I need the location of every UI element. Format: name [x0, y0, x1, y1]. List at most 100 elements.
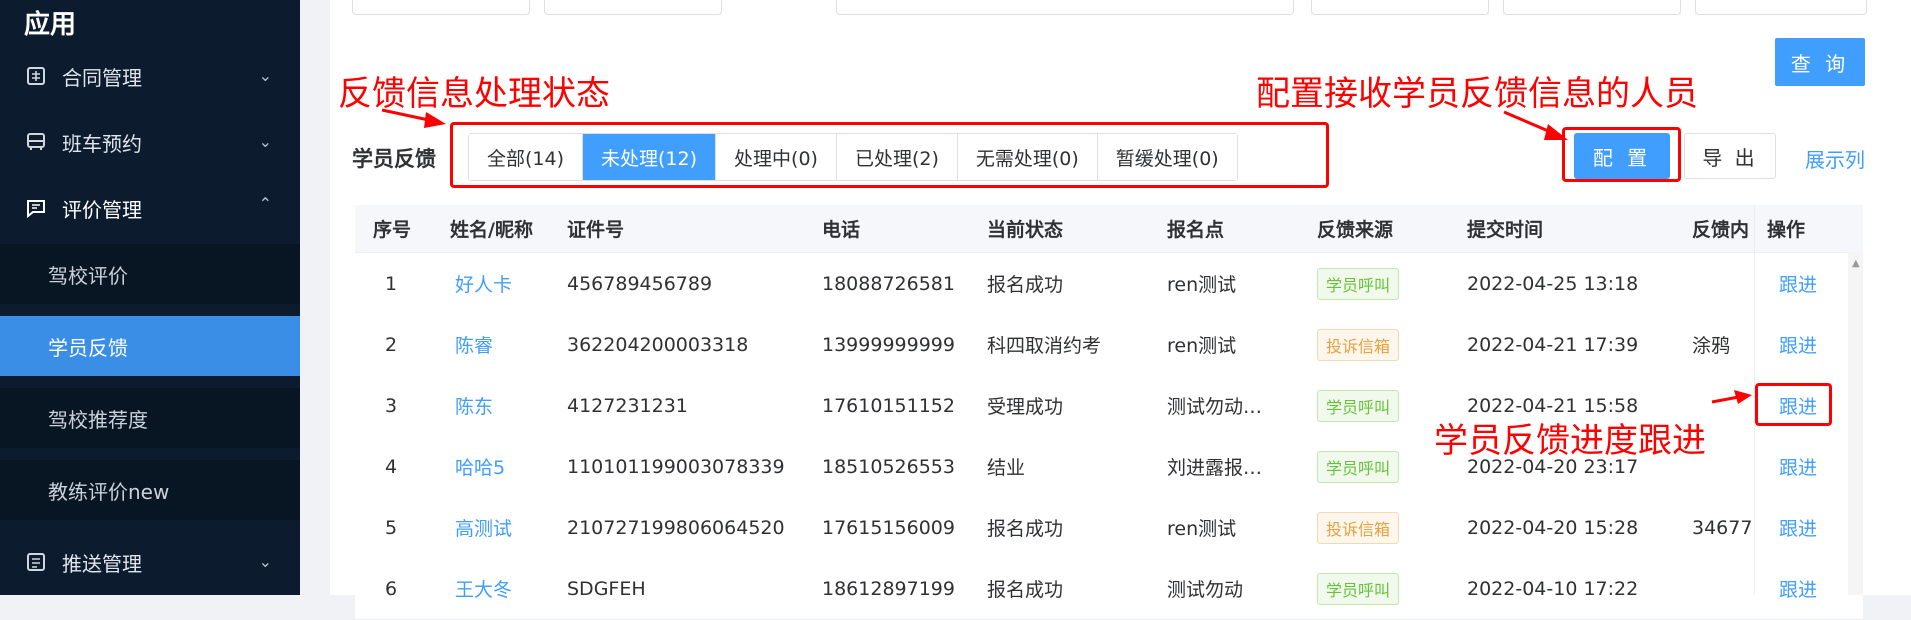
header-source: 反馈来源 — [1317, 219, 1394, 241]
sidebar: 应用 合同管理 ⌄ 班车预约 ⌄ 评价管理 ⌃ 驾校评价 学员反馈 驾校推荐度 … — [0, 0, 300, 595]
cell-id: 456789456789 — [567, 272, 713, 295]
cell-name[interactable]: 陈东 — [455, 375, 493, 436]
cell-name[interactable]: 好人卡 — [455, 253, 512, 314]
config-highlight — [1562, 127, 1681, 182]
show-columns-link[interactable]: 展示列 — [1805, 144, 1865, 173]
cell-content — [1692, 253, 1754, 314]
cell-site: ren测试 — [1167, 335, 1237, 357]
sidebar-item-contract[interactable]: 合同管理 ⌄ — [0, 44, 300, 108]
cell-id: 210727199806064520 — [567, 516, 785, 539]
cell-source: 学员呼叫 — [1317, 375, 1400, 436]
sidebar-subitem-school-eval[interactable]: 驾校评价 — [0, 244, 300, 304]
cell-content: 涂鸦 — [1692, 335, 1731, 357]
cell-time: 2022-04-21 17:39 — [1467, 333, 1639, 356]
cell-site: 测试勿动 — [1167, 579, 1244, 601]
sidebar-subitem-recommend[interactable]: 驾校推荐度 — [0, 388, 300, 448]
table-row: 6 王大冬 SDGFEH 18612897199 报名成功 测试勿动 学员呼叫 2022-04… — [355, 558, 1863, 620]
table-row: 2 陈睿 362204200003318 13999999999 科四取消约考 ren测试… — [355, 314, 1863, 376]
chevron-down-icon: ⌄ — [258, 132, 272, 151]
cell-no: 1 — [385, 272, 398, 295]
sidebar-item-push[interactable]: 推送管理 ⌄ — [0, 530, 300, 594]
sidebar-subitem-coach-eval[interactable]: 教练评价new — [0, 460, 300, 520]
chevron-down-icon: ⌄ — [258, 66, 272, 85]
cell-site: 测试勿动… — [1167, 396, 1263, 418]
comment-icon — [24, 196, 48, 220]
filter-input[interactable] — [544, 0, 722, 15]
cell-time: 2022-04-20 15:28 — [1467, 516, 1639, 539]
follow-up-link[interactable]: 跟进 — [1779, 253, 1817, 314]
cell-status: 科四取消约考 — [987, 335, 1102, 357]
sidebar-item-evaluation[interactable]: 评价管理 ⌃ — [0, 176, 300, 240]
filter-input[interactable] — [836, 0, 1294, 15]
follow-up-link[interactable]: 跟进 — [1779, 314, 1817, 375]
sidebar-item-label: 评价管理 — [62, 197, 142, 222]
cell-no: 3 — [385, 394, 398, 417]
contract-icon — [24, 64, 48, 88]
table-row: 1 好人卡 456789456789 18088726581 报名成功 ren测试 学员呼叫… — [355, 253, 1863, 315]
filter-input[interactable] — [1695, 0, 1867, 15]
cell-time: 2022-04-10 17:22 — [1467, 577, 1639, 600]
cell-source: 投诉信箱 — [1317, 314, 1400, 375]
cell-site: 刘进露报… — [1167, 457, 1263, 479]
source-tag: 学员呼叫 — [1317, 389, 1400, 422]
header-id: 证件号 — [567, 219, 625, 241]
cell-no: 4 — [385, 455, 398, 478]
sidebar-item-label: 推送管理 — [62, 551, 142, 576]
sidebar-subitem-student-feedback[interactable]: 学员反馈 — [0, 316, 300, 376]
table-header: 序号 姓名/昵称 证件号 电话 当前状态 报名点 反馈来源 提交时间 反馈内 操… — [355, 205, 1863, 253]
query-button[interactable]: 查 询 — [1775, 38, 1865, 86]
cell-site: ren测试 — [1167, 518, 1237, 540]
sidebar-item-label: 合同管理 — [62, 65, 142, 90]
sidebar-subitem-label: 教练评价new — [48, 479, 170, 504]
cell-no: 6 — [385, 577, 398, 600]
vertical-scrollbar[interactable] — [1848, 252, 1863, 595]
follow-up-link[interactable]: 跟进 — [1779, 497, 1817, 558]
cell-source: 学员呼叫 — [1317, 253, 1400, 314]
cell-no: 2 — [385, 333, 398, 356]
cell-status: 报名成功 — [987, 518, 1064, 540]
sidebar-item-label: 班车预约 — [62, 131, 142, 156]
source-tag: 学员呼叫 — [1317, 450, 1400, 483]
header-content: 反馈内 — [1692, 219, 1750, 241]
cell-id: SDGFEH — [567, 577, 646, 600]
cell-id: 362204200003318 — [567, 333, 749, 356]
cell-name[interactable]: 陈睿 — [455, 314, 493, 375]
source-tag: 投诉信箱 — [1317, 328, 1400, 361]
sidebar-subitem-label: 学员反馈 — [48, 335, 128, 360]
chevron-up-icon: ⌃ — [258, 194, 272, 213]
cell-status: 受理成功 — [987, 396, 1064, 418]
cell-source: 投诉信箱 — [1317, 497, 1400, 558]
filter-input[interactable] — [1311, 0, 1489, 15]
push-icon — [24, 550, 48, 574]
follow-up-link[interactable]: 跟进 — [1779, 436, 1817, 497]
scroll-up-icon[interactable]: ▲ — [1852, 258, 1860, 269]
cell-name[interactable]: 哈哈5 — [455, 436, 505, 497]
source-tag: 投诉信箱 — [1317, 511, 1400, 544]
cell-phone: 18510526553 — [822, 455, 955, 478]
cell-source: 学员呼叫 — [1317, 558, 1400, 619]
header-site: 报名点 — [1167, 219, 1225, 241]
annotation-arrow-icon — [1711, 390, 1752, 404]
filter-input[interactable] — [1503, 0, 1681, 15]
cell-phone: 17615156009 — [822, 516, 955, 539]
header-status: 当前状态 — [987, 219, 1064, 241]
source-tag: 学员呼叫 — [1317, 572, 1400, 605]
export-button[interactable]: 导 出 — [1684, 133, 1776, 179]
follow-highlight — [1755, 383, 1832, 426]
sidebar-subitem-label: 驾校推荐度 — [48, 407, 148, 432]
follow-up-link[interactable]: 跟进 — [1779, 558, 1817, 619]
chevron-down-icon: ⌄ — [258, 552, 272, 571]
cell-name[interactable]: 王大冬 — [455, 558, 512, 619]
cell-status: 报名成功 — [987, 274, 1064, 296]
cell-phone: 13999999999 — [822, 333, 955, 356]
sidebar-item-bus[interactable]: 班车预约 ⌄ — [0, 110, 300, 174]
filter-input[interactable] — [352, 0, 530, 15]
section-title: 学员反馈 — [352, 147, 436, 171]
cell-id: 110101199003078339 — [567, 455, 785, 478]
annotation-status: 反馈信息处理状态 — [338, 74, 610, 114]
cell-source: 学员呼叫 — [1317, 436, 1400, 497]
cell-name[interactable]: 高测试 — [455, 497, 512, 558]
annotation-config: 配置接收学员反馈信息的人员 — [1256, 74, 1698, 114]
cell-status: 结业 — [987, 457, 1026, 479]
annotation-arrow-icon — [381, 108, 446, 128]
